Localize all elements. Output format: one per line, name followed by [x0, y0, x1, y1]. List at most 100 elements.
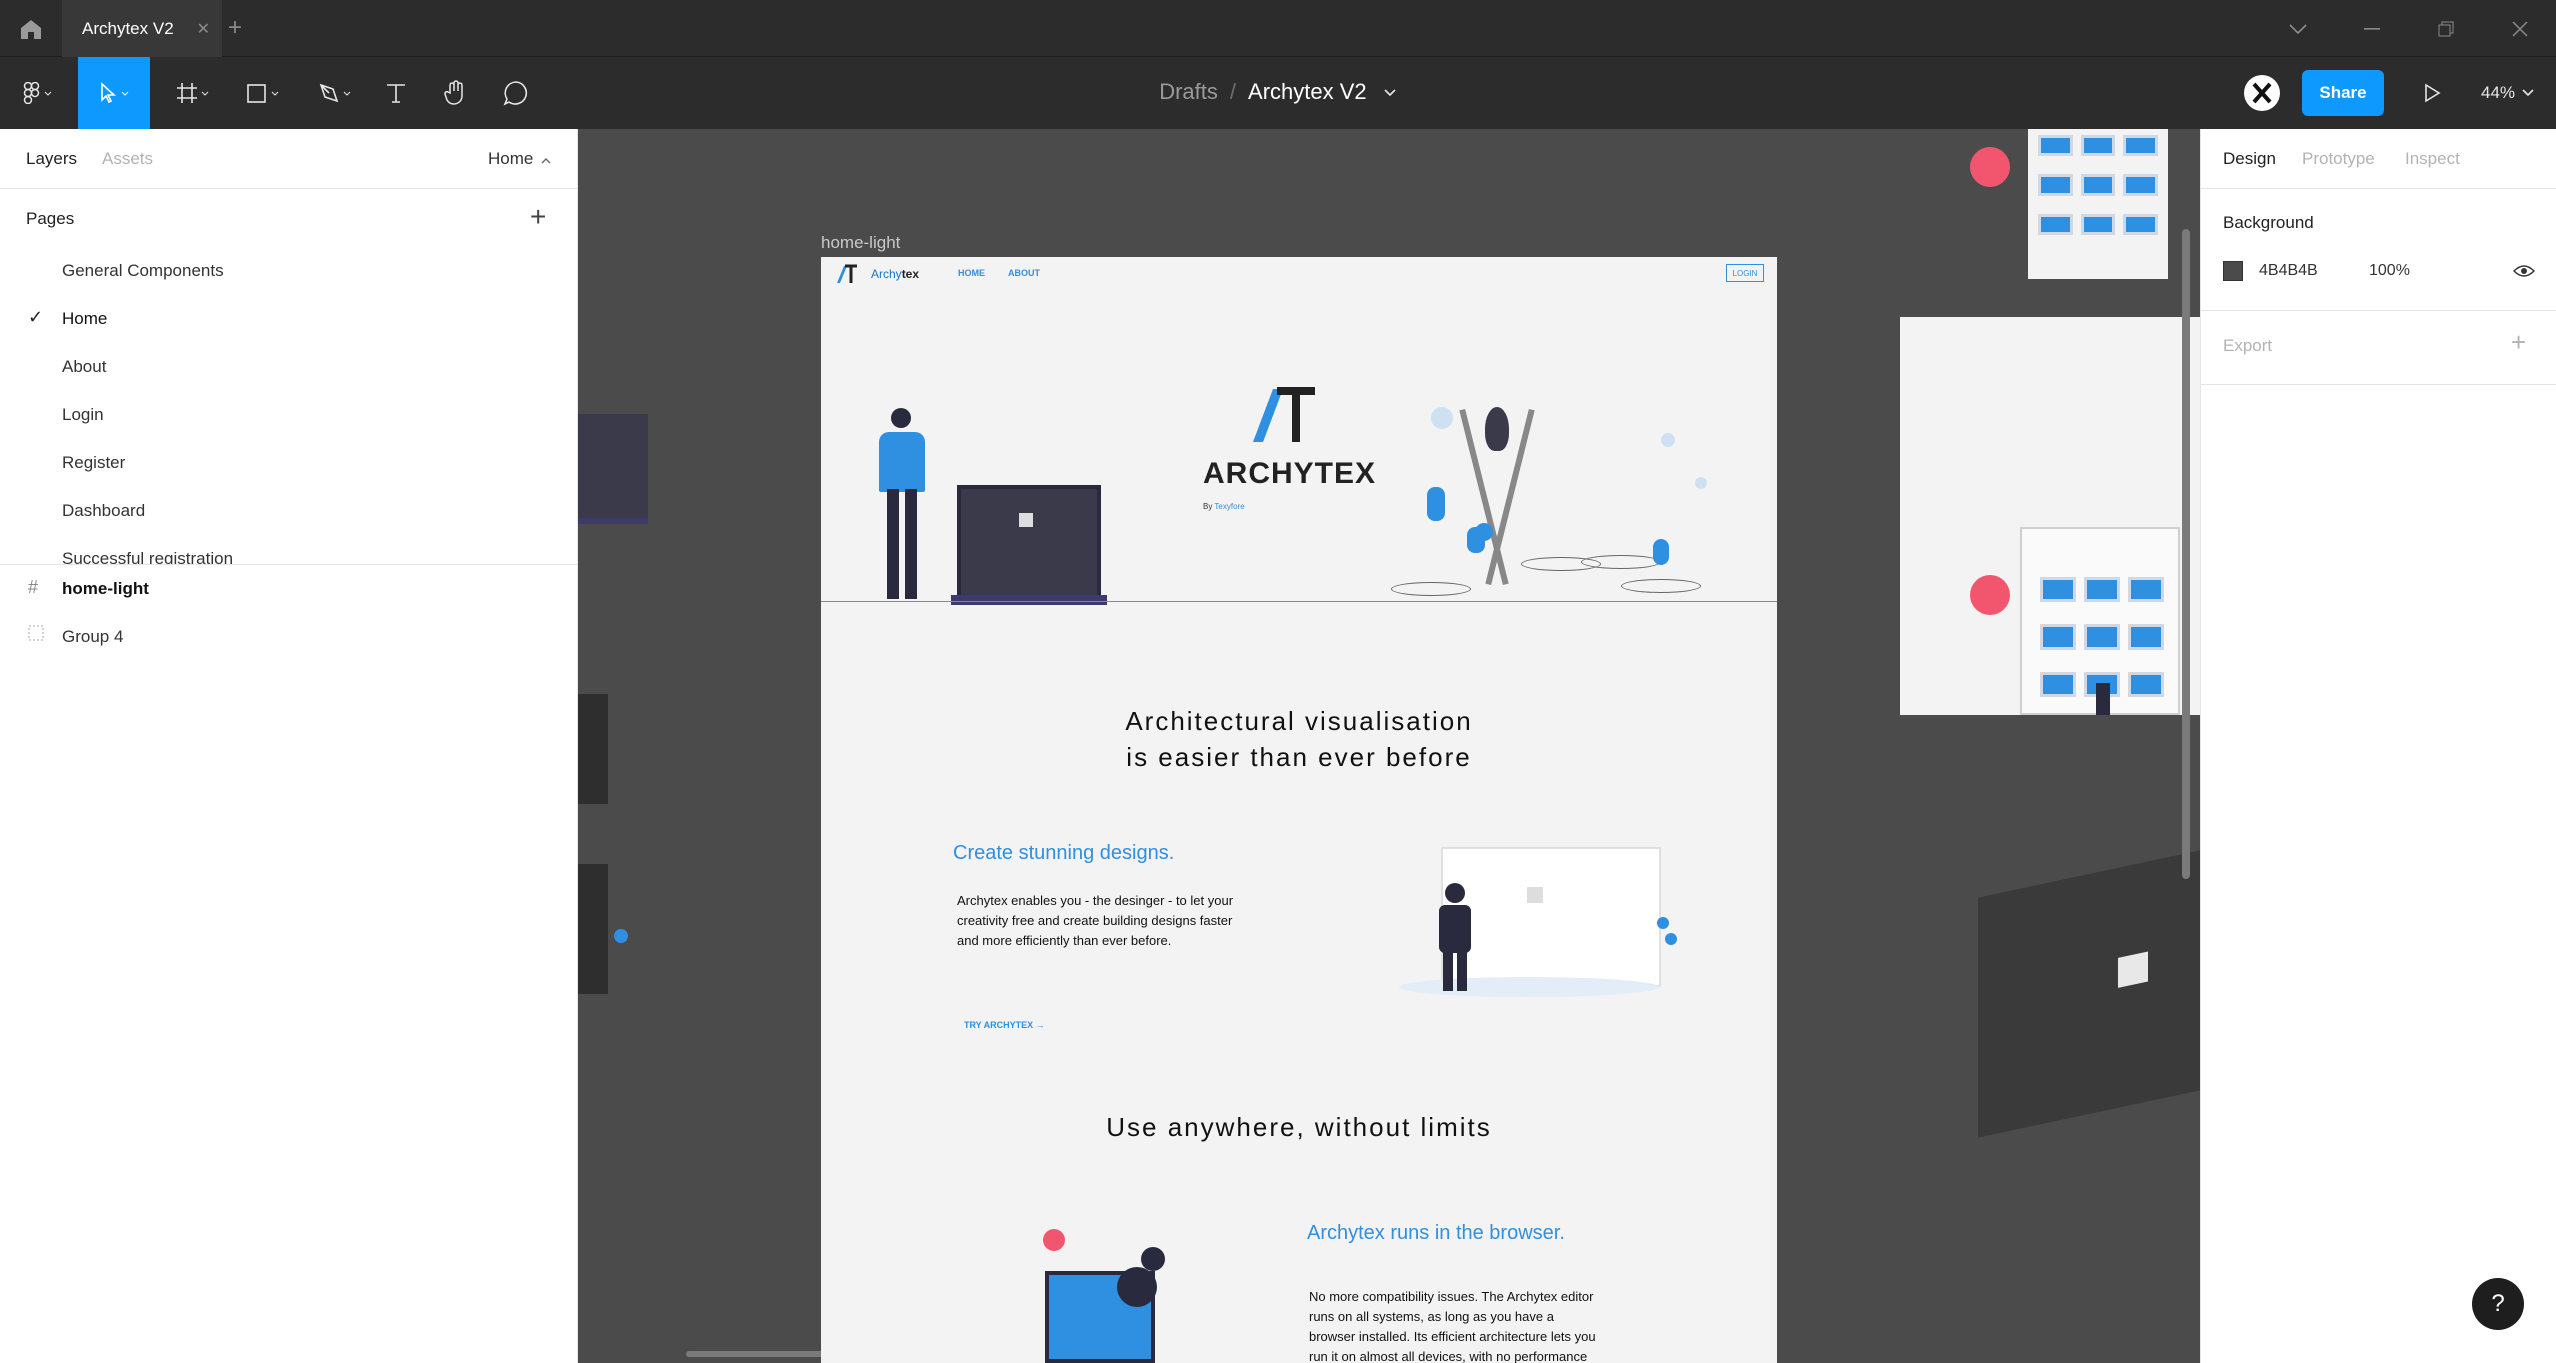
- layer-home-light[interactable]: # home-light: [0, 565, 577, 613]
- breadcrumb-file-name[interactable]: Archytex V2: [1248, 79, 1367, 104]
- pink-dot-decoration: [1970, 575, 2010, 615]
- title-bar: Archytex V2 ✕ +: [0, 0, 2556, 57]
- canvas[interactable]: home-light Archytex HOME ABOUT LOGIN ARC…: [578, 129, 2200, 1363]
- page-item-label: Dashboard: [62, 501, 146, 520]
- page-item-label: Home: [62, 309, 108, 328]
- offscreen-frame-right-top[interactable]: [2028, 129, 2168, 279]
- add-page-icon[interactable]: +: [530, 201, 546, 233]
- background-section: Background 4B4B4B 100%: [2201, 189, 2556, 311]
- chevron-down-icon[interactable]: [2270, 0, 2326, 57]
- cube-icon: [1019, 513, 1033, 527]
- site-brand[interactable]: Archytex: [871, 267, 919, 281]
- headline-3: Use anywhere, without limits: [1106, 1112, 1492, 1142]
- site-nav: Archytex HOME ABOUT LOGIN: [821, 257, 1777, 291]
- pages-header: Pages +: [0, 189, 577, 247]
- page-item-home[interactable]: ✓ Home: [0, 295, 577, 343]
- page-item-label: About: [62, 357, 107, 376]
- frame-label[interactable]: home-light: [821, 233, 900, 253]
- add-export-icon[interactable]: +: [2511, 327, 2526, 358]
- pages-label: Pages: [26, 209, 75, 228]
- home-button[interactable]: [0, 0, 62, 57]
- headline-1: Architectural visualisation: [1125, 706, 1473, 736]
- zoom-menu[interactable]: 44%: [2470, 57, 2546, 129]
- page-item-label: Successful registration: [62, 549, 234, 565]
- export-label[interactable]: Export: [2223, 336, 2272, 356]
- offscreen-frame-laptop[interactable]: [1978, 850, 2200, 1138]
- chevron-down-icon[interactable]: [1383, 88, 1397, 98]
- offscreen-frame-building[interactable]: [1900, 317, 2200, 715]
- cube-icon: [1527, 887, 1543, 903]
- toolbar: Drafts / Archytex V2 Share 44%: [0, 57, 2556, 129]
- section2-body: No more compatibility issues. The Archyt…: [1309, 1289, 1596, 1363]
- page-item-about[interactable]: About: [0, 343, 577, 391]
- hero-logo-text: ARCHYTEX: [1203, 457, 1377, 490]
- page-item-register[interactable]: Register: [0, 439, 577, 487]
- page-item-dashboard[interactable]: Dashboard: [0, 487, 577, 535]
- building-window-grid: [2038, 135, 2158, 235]
- page-item-successful-registration[interactable]: Successful registration: [0, 535, 577, 565]
- frame-icon: #: [28, 577, 39, 597]
- help-button[interactable]: ?: [2472, 1278, 2524, 1330]
- page-item-login[interactable]: Login: [0, 391, 577, 439]
- tab-layers[interactable]: Layers: [26, 149, 77, 169]
- archytex-logo-icon: [837, 264, 857, 283]
- site-nav-home[interactable]: HOME: [958, 268, 985, 278]
- play-icon: [2425, 83, 2441, 103]
- home-icon: [21, 19, 41, 39]
- blue-dots-decoration: [614, 929, 628, 943]
- building-illustration: [2020, 527, 2180, 715]
- chevron-up-icon[interactable]: [540, 157, 552, 165]
- pink-dot-decoration: [1970, 147, 2010, 187]
- minimize-icon[interactable]: [2344, 0, 2400, 57]
- page-item-general-components[interactable]: General Components: [0, 247, 577, 295]
- site-nav-about[interactable]: ABOUT: [1008, 268, 1040, 278]
- file-tab-label: Archytex V2: [82, 18, 174, 38]
- tab-prototype[interactable]: Prototype: [2302, 149, 2375, 169]
- page-item-label: General Components: [62, 261, 224, 280]
- export-section: Export +: [2201, 311, 2556, 385]
- breadcrumb-separator: /: [1229, 79, 1237, 104]
- share-button[interactable]: Share: [2302, 70, 2384, 116]
- hero-byline: By Texyfore: [1203, 502, 1245, 511]
- background-hex[interactable]: 4B4B4B: [2259, 262, 2318, 280]
- try-archytex-link[interactable]: TRY ARCHYTEX →: [964, 1020, 1045, 1030]
- headline-2: is easier than ever before: [1126, 742, 1472, 772]
- background-label: Background: [2223, 213, 2314, 232]
- layer-label: home-light: [62, 579, 149, 598]
- tab-assets[interactable]: Assets: [102, 149, 153, 169]
- site-login-button[interactable]: LOGIN: [1726, 264, 1764, 282]
- offscreen-frame-left-1[interactable]: [578, 414, 648, 524]
- right-panel-tabs: Design Prototype Inspect: [2201, 129, 2556, 189]
- user-avatar[interactable]: [2240, 57, 2284, 129]
- tab-inspect[interactable]: Inspect: [2405, 149, 2460, 169]
- eye-icon[interactable]: [2513, 264, 2535, 278]
- tab-design[interactable]: Design: [2223, 149, 2276, 169]
- breadcrumb-drafts[interactable]: Drafts: [1159, 79, 1218, 104]
- frame-home-light[interactable]: Archytex HOME ABOUT LOGIN ARCHYTEX By Te…: [821, 257, 1777, 1363]
- section1-heading: Create stunning designs.: [953, 842, 1175, 864]
- group-icon: [28, 625, 44, 646]
- close-tab-icon[interactable]: ✕: [197, 19, 210, 39]
- offscreen-frame-left-2[interactable]: [578, 694, 608, 804]
- page-switcher[interactable]: Home: [488, 149, 533, 169]
- layer-group-4[interactable]: Group 4: [0, 613, 577, 661]
- present-button[interactable]: [2410, 57, 2454, 129]
- page-item-label: Login: [62, 405, 104, 424]
- x-logo-icon: [2252, 82, 2272, 104]
- left-panel-tabs: Layers Assets Home: [0, 129, 577, 189]
- background-swatch[interactable]: [2223, 261, 2243, 281]
- background-opacity[interactable]: 100%: [2369, 262, 2410, 280]
- layer-label: Group 4: [62, 627, 124, 646]
- zoom-level: 44%: [2480, 83, 2516, 102]
- chevron-down-icon: [2522, 89, 2534, 97]
- restore-icon[interactable]: [2418, 0, 2474, 57]
- section1-body: Archytex enables you - the desinger - to…: [957, 893, 1234, 948]
- file-tab[interactable]: Archytex V2 ✕: [62, 0, 222, 57]
- right-panel: Design Prototype Inspect Background 4B4B…: [2200, 129, 2556, 1363]
- close-window-icon[interactable]: [2492, 0, 2548, 57]
- left-panel: Layers Assets Home Pages + General Compo…: [0, 129, 578, 1363]
- page-item-label: Register: [62, 453, 126, 472]
- vertical-scrollbar[interactable]: [2182, 229, 2190, 879]
- new-tab-icon[interactable]: +: [228, 14, 242, 42]
- offscreen-frame-left-3[interactable]: [578, 864, 608, 994]
